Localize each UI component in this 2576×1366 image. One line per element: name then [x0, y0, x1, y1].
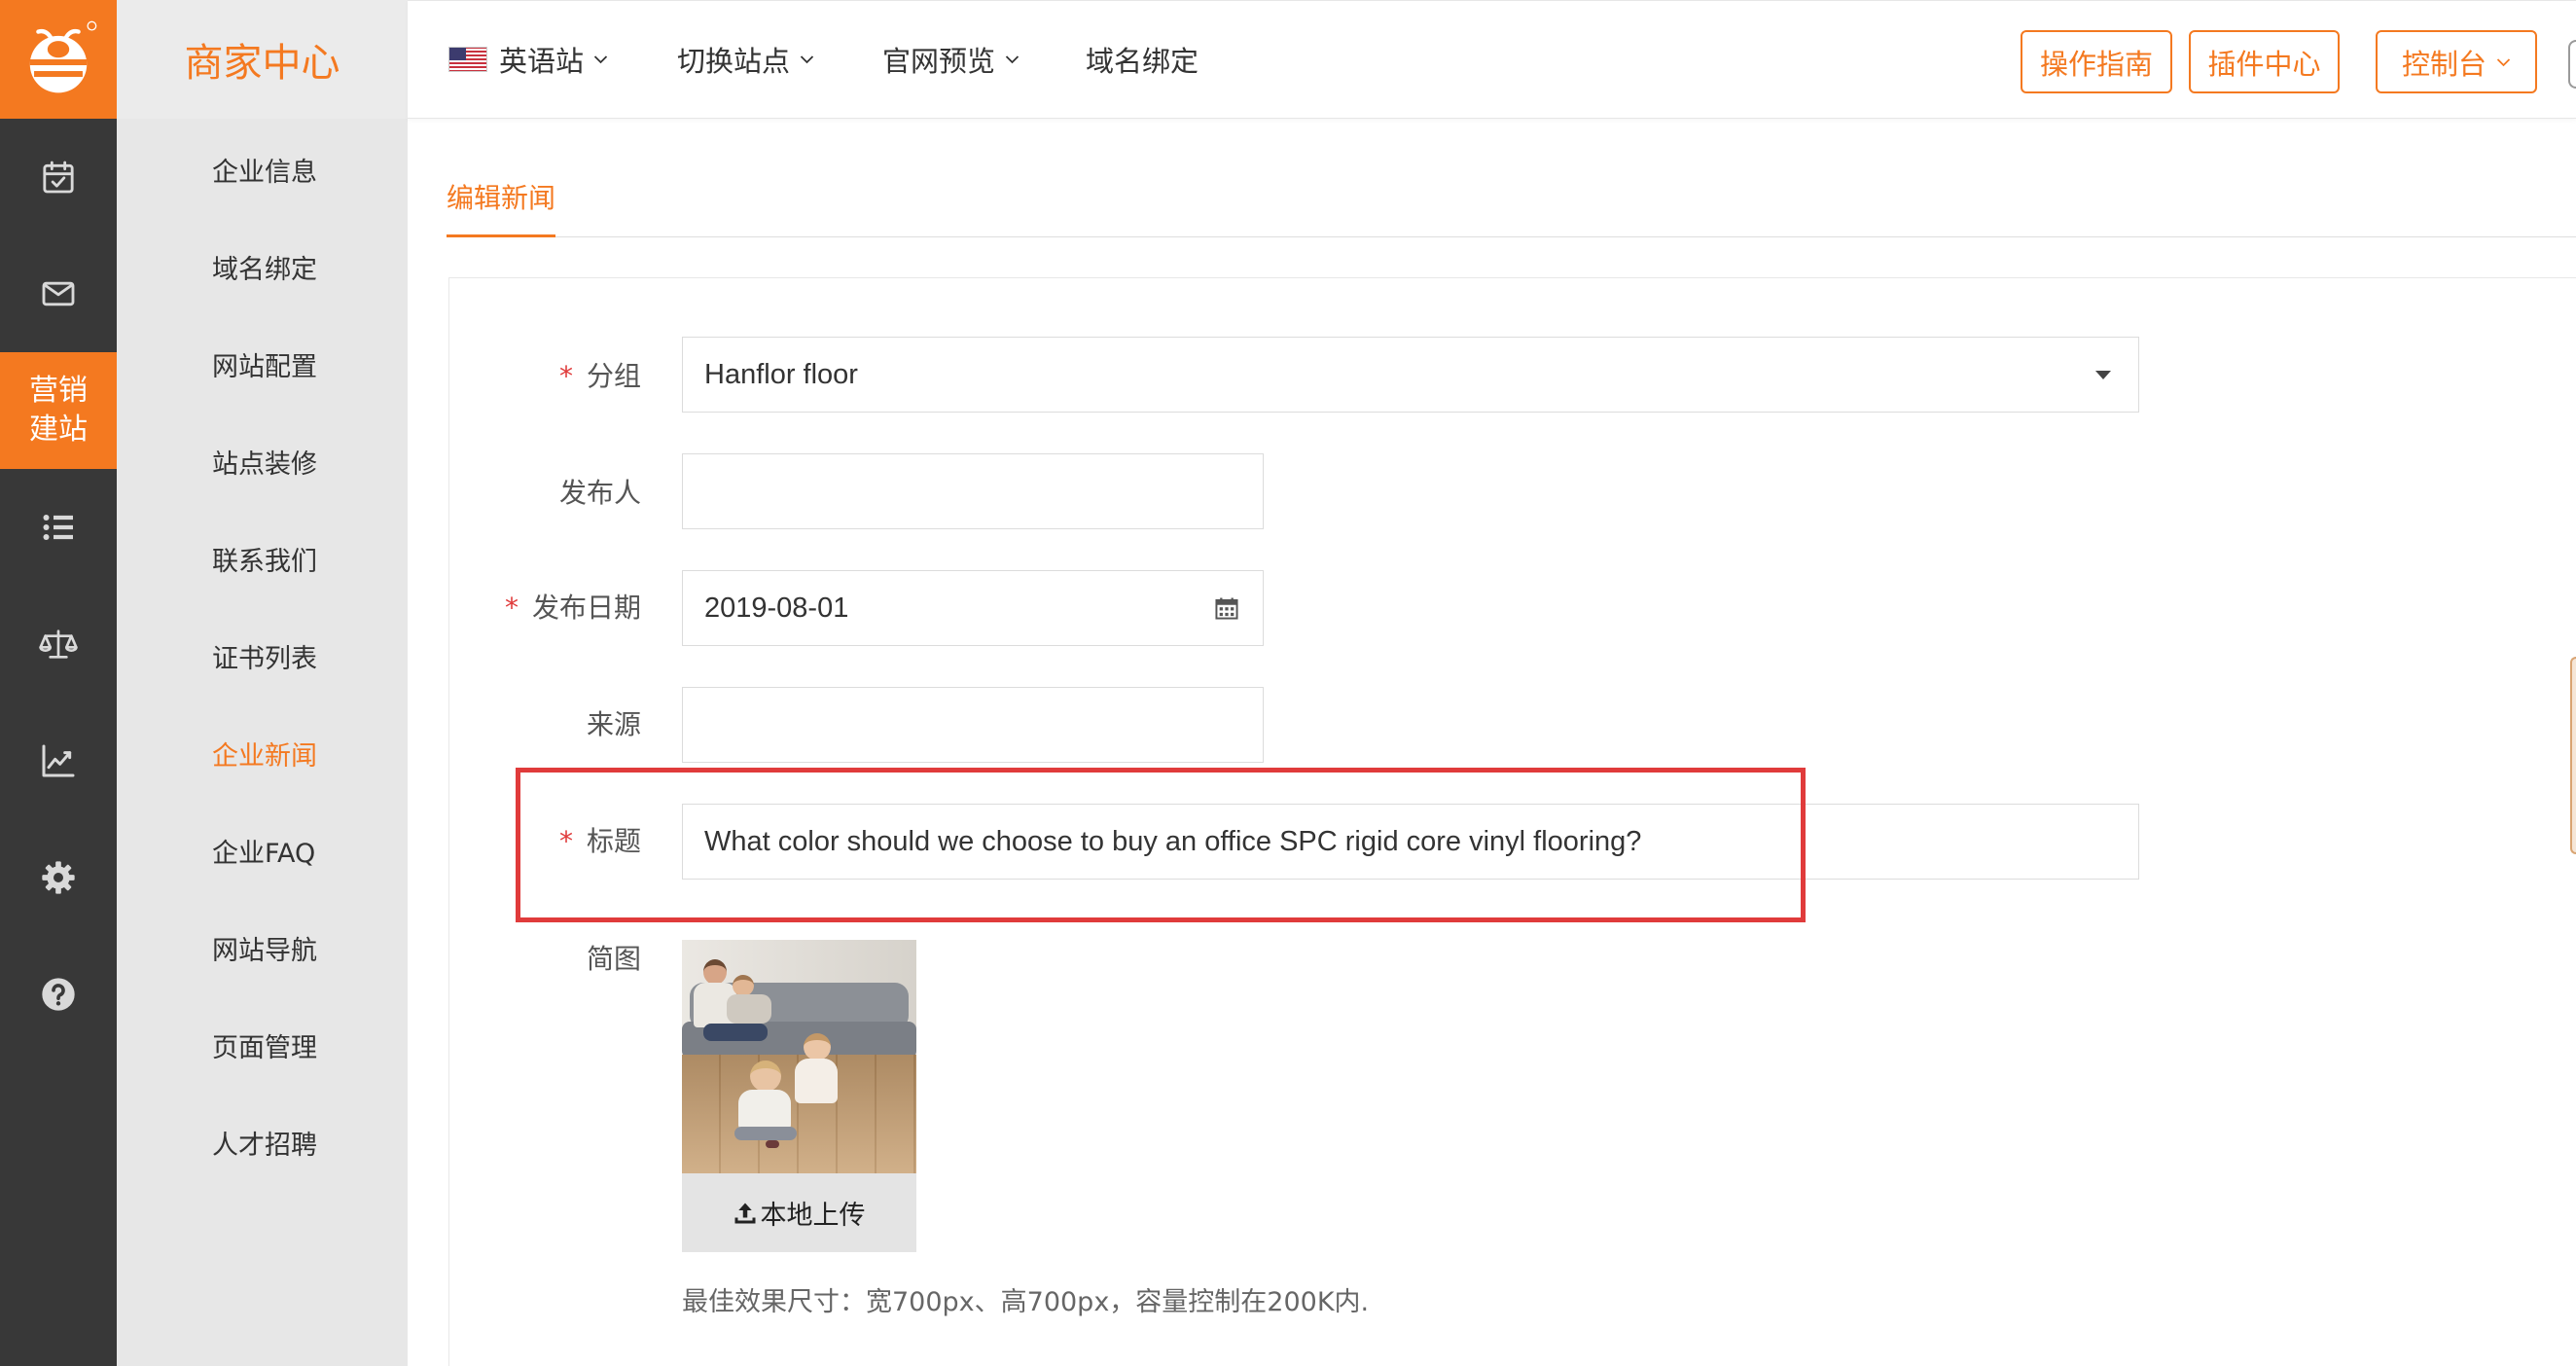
chevron-down-icon	[2496, 57, 2511, 66]
tab-active-indicator	[447, 234, 555, 237]
photo-boy-head	[750, 1060, 781, 1092]
author-input[interactable]	[682, 453, 1264, 529]
calendar-icon[interactable]	[1214, 595, 1239, 621]
plugin-center-button[interactable]: 插件中心	[2189, 30, 2340, 93]
calendar-check-icon	[43, 161, 74, 194]
sidebar-item-site-navigation[interactable]: 网站导航	[117, 899, 408, 996]
photo-boy-legs	[734, 1127, 797, 1140]
chevron-down-icon	[800, 55, 814, 64]
sidebar-item-certificates[interactable]: 证书列表	[117, 607, 408, 704]
thumbnail-label: 简图	[586, 943, 641, 975]
source-label: 来源	[586, 708, 641, 740]
tab-divider	[447, 236, 2576, 237]
title-label: * 标题	[428, 822, 641, 861]
rail-item-list[interactable]	[0, 469, 117, 586]
chart-line-icon	[42, 744, 75, 777]
domain-binding-link[interactable]: 域名绑定	[1086, 1, 1199, 118]
chevron-down-icon	[1005, 55, 1020, 64]
photo-girl-body	[795, 1059, 838, 1103]
sidebar-item-site-config[interactable]: 网站配置	[117, 315, 408, 413]
switch-site-label: 切换站点	[677, 45, 791, 78]
thumbnail-image[interactable]	[682, 940, 916, 1173]
photo-woman-body	[727, 994, 771, 1024]
date-label-text: 发布日期	[531, 592, 641, 624]
site-language-dropdown[interactable]: 英语站	[448, 1, 608, 118]
rail-item-settings[interactable]	[0, 819, 117, 936]
required-mark: *	[558, 825, 573, 857]
site-language-label: 英语站	[499, 45, 585, 78]
top-bar: 英语站 切换站点 官网预览 域名绑定 操作指南 插件中心 控制台	[408, 0, 2576, 119]
rail-item-mail[interactable]	[0, 235, 117, 352]
help-circle-icon	[42, 978, 75, 1011]
group-label-text: 分组	[586, 360, 641, 392]
list-icon	[43, 515, 73, 540]
console-label: 控制台	[2401, 47, 2487, 81]
chevron-down-icon	[593, 55, 608, 64]
rail-item-marketing-site[interactable]: 营销 建站	[0, 352, 117, 469]
publish-date-input[interactable]	[682, 570, 1264, 646]
sidebar-item-company-info[interactable]: 企业信息	[117, 121, 408, 218]
thumbnail-size-hint: 最佳效果尺寸：宽700px、高700px，容量控制在200K内.	[682, 1287, 1370, 1317]
mail-icon	[42, 281, 75, 306]
gear-icon	[42, 861, 75, 894]
rail-item-calendar[interactable]	[0, 119, 117, 235]
bee-logo-icon[interactable]	[0, 0, 117, 119]
sidebar: 商家中心 企业信息 域名绑定 网站配置 站点装修 联系我们 证书列表 企业新闻 …	[117, 0, 408, 1366]
photo-man-head	[703, 959, 727, 985]
us-flag-icon	[448, 47, 487, 72]
group-label: * 分组	[428, 357, 641, 396]
sidebar-item-company-news[interactable]: 企业新闻	[117, 704, 408, 802]
switch-site-dropdown[interactable]: 切换站点	[677, 1, 814, 118]
user-avatar[interactable]	[2568, 40, 2576, 89]
plugin-center-label: 插件中心	[2207, 47, 2321, 81]
sidebar-item-company-faq[interactable]: 企业FAQ	[117, 802, 408, 899]
rail-item-label-line2: 建站	[29, 413, 88, 447]
site-preview-dropdown[interactable]: 官网预览	[882, 1, 1020, 118]
photo-girl-head	[804, 1033, 831, 1060]
required-mark: *	[504, 592, 519, 624]
date-label: * 发布日期	[428, 589, 641, 628]
sidebar-item-page-management[interactable]: 页面管理	[117, 996, 408, 1094]
brand-title: 商家中心	[117, 0, 408, 119]
operation-guide-button[interactable]: 操作指南	[2021, 30, 2172, 93]
source-input[interactable]	[682, 687, 1264, 763]
tab-edit-news[interactable]: 编辑新闻	[447, 179, 555, 218]
rail-item-scale[interactable]	[0, 586, 117, 702]
photo-boy-body	[738, 1090, 791, 1131]
icon-rail: 营销 建站	[0, 0, 117, 1366]
author-label: 发布人	[558, 477, 641, 509]
caret-down-icon	[2095, 371, 2111, 379]
rail-item-label-line1: 营销	[29, 374, 88, 408]
scale-icon	[39, 629, 78, 659]
photo-man-legs	[703, 1024, 768, 1041]
floating-widget-edge[interactable]	[2570, 657, 2576, 854]
group-select[interactable]: Hanflor floor	[682, 337, 2139, 413]
sidebar-item-recruitment[interactable]: 人才招聘	[117, 1094, 408, 1191]
sidebar-item-domain-binding[interactable]: 域名绑定	[117, 218, 408, 315]
title-input[interactable]	[682, 804, 2139, 880]
group-select-value: Hanflor floor	[704, 358, 858, 390]
rail-item-help[interactable]	[0, 936, 117, 1053]
local-upload-button[interactable]: 本地上传	[682, 1173, 916, 1252]
console-dropdown-button[interactable]: 控制台	[2376, 30, 2537, 93]
rail-item-chart[interactable]	[0, 702, 117, 819]
upload-icon	[734, 1203, 755, 1223]
site-preview-label: 官网预览	[882, 45, 996, 78]
photo-woman-head	[733, 975, 754, 996]
title-label-text: 标题	[586, 825, 641, 857]
required-mark: *	[558, 360, 573, 392]
photo-toy	[766, 1140, 779, 1148]
sidebar-item-site-decoration[interactable]: 站点装修	[117, 413, 408, 510]
local-upload-label: 本地上传	[760, 1201, 866, 1231]
sidebar-item-contact-us[interactable]: 联系我们	[117, 510, 408, 607]
